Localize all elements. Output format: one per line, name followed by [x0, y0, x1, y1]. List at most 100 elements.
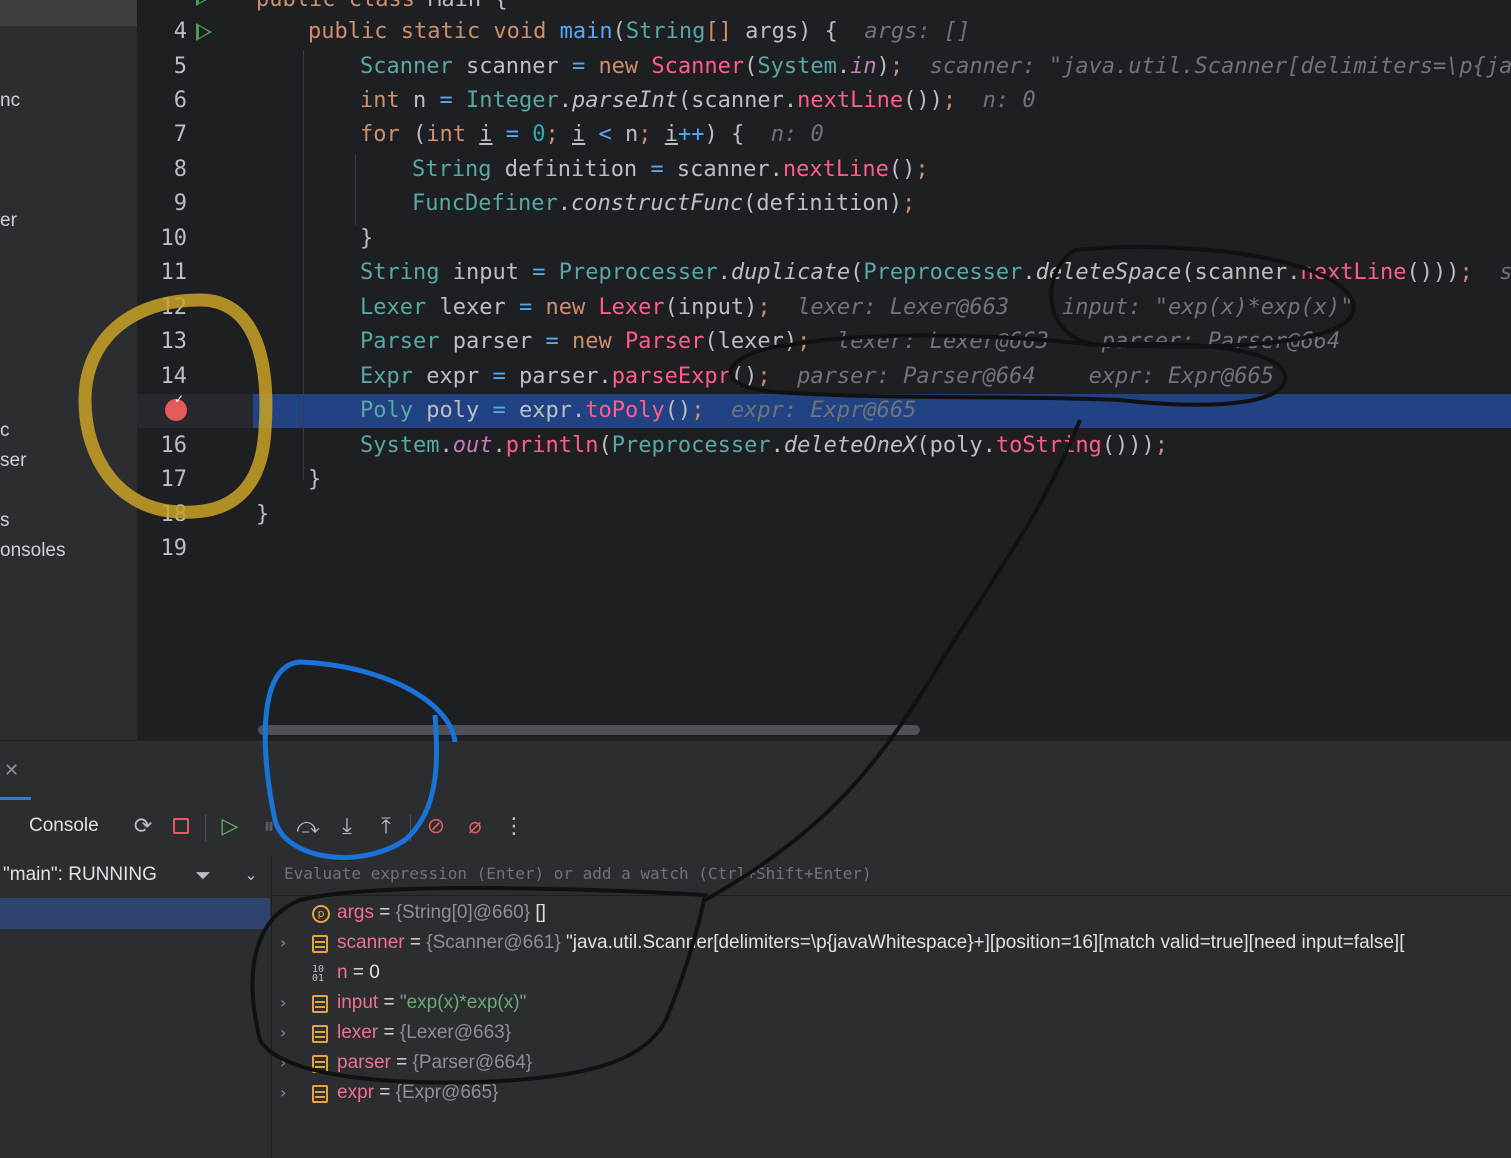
variable-eq: = [390, 1052, 413, 1073]
code-line[interactable]: FuncDefiner.constructFunc(definition); [412, 187, 915, 221]
rerun-icon[interactable]: ⟳ [128, 812, 158, 842]
resume-icon[interactable]: ▷ [215, 812, 245, 842]
line-number: 9 [173, 191, 187, 216]
console-tab[interactable]: Console [29, 815, 99, 837]
pause-icon[interactable]: ⏸ [254, 812, 284, 842]
line-number: 19 [160, 536, 188, 561]
sidebar-item[interactable]: ser [0, 450, 26, 472]
line-number: 12 [160, 295, 188, 320]
primitive-icon: 10 01 [312, 964, 325, 984]
variable-name: input [337, 992, 379, 1013]
code-line[interactable]: } [360, 222, 373, 256]
run-main-icon[interactable] [196, 23, 212, 41]
inline-value-hint: parser: Parser@664 [797, 364, 1036, 389]
code-line[interactable]: Parser parser = new Parser(lexer); lexer… [360, 325, 1340, 359]
mute-breakpoints-icon[interactable]: ⌀ [460, 812, 490, 842]
code-line[interactable]: Expr expr = parser.parseExpr(); parser: … [360, 360, 1274, 394]
variable-eq: = [373, 1082, 396, 1103]
current-line-gutter [137, 394, 253, 428]
object-icon [312, 1085, 328, 1103]
variable-extra: "exp(x)*exp(x)" [399, 992, 527, 1013]
variable-eq: = [347, 962, 370, 983]
inline-value-hint: input: "exp(x)*exp(x)" [1062, 295, 1354, 320]
sidebar-item[interactable]: s [0, 510, 10, 532]
chevron-right-icon[interactable]: › [280, 1023, 300, 1042]
sidebar-item[interactable]: nc [0, 90, 20, 112]
divider [272, 895, 1511, 896]
line-number: 6 [173, 88, 187, 113]
line-number: 11 [160, 260, 188, 285]
variable-value: {Expr@665} [395, 1082, 499, 1103]
inline-value-hint: parser: Parser@664 [1101, 329, 1341, 354]
parameter-icon: p [312, 905, 330, 923]
more-icon[interactable]: ⋮ [499, 812, 529, 842]
line-number: 5 [173, 54, 187, 79]
variable-value: {Scanner@661} [426, 932, 561, 953]
active-tab-indicator [0, 797, 31, 800]
line-number: 7 [173, 122, 187, 147]
inline-value-hint: sc [1499, 260, 1511, 285]
horizontal-scrollbar[interactable] [258, 725, 920, 735]
inline-value-hint: n: 0 [770, 122, 824, 147]
sidebar-item[interactable]: c [0, 420, 10, 442]
project-sidebar: nc er c ser s onsoles [0, 0, 137, 740]
code-line[interactable]: int n = Integer.parseInt(scanner.nextLin… [360, 84, 1036, 118]
object-icon [312, 935, 328, 953]
inline-value-hint: lexer: Lexer@663 [797, 295, 1010, 320]
line-number: 16 [160, 433, 188, 458]
line-number: 10 [160, 226, 188, 251]
variable-name: scanner [337, 932, 405, 953]
variable-name: lexer [337, 1022, 379, 1043]
line-number: 17 [160, 467, 188, 492]
inline-value-hint: lexer: Lexer@663 [836, 329, 1049, 354]
code-line[interactable]: } [308, 463, 321, 497]
run-class-icon[interactable] [196, 0, 212, 6]
variable-value: {String[0]@660} [395, 902, 531, 923]
step-over-icon[interactable]: ⤼ [293, 812, 323, 842]
code-line[interactable]: String definition = scanner.nextLine(); [412, 153, 929, 187]
inline-value-hint: expr: Expr@665 [1088, 364, 1274, 389]
line-number: 13 [160, 329, 188, 354]
variable-eq: = [378, 992, 400, 1013]
chevron-right-icon[interactable]: › [280, 1053, 300, 1072]
chevron-down-icon[interactable]: ⌄ [236, 860, 266, 890]
breakpoint-hit-icon[interactable] [165, 392, 187, 421]
code-line[interactable]: public static void main(String[] args) {… [308, 15, 970, 49]
thread-selector[interactable]: "main": RUNNING [3, 864, 157, 886]
variable-eq: = [404, 932, 427, 953]
code-line-current[interactable]: Poly poly = expr.toPoly(); expr: Expr@66… [360, 394, 916, 428]
close-icon[interactable]: ✕ [4, 760, 19, 781]
chevron-right-icon[interactable]: › [280, 993, 300, 1012]
step-into-icon[interactable]: ⤓ [332, 812, 362, 842]
variable-value: {Parser@664} [412, 1052, 533, 1073]
variable-name: n [337, 962, 348, 983]
code-line[interactable]: String input = Preprocesser.duplicate(Pr… [360, 256, 1511, 290]
inline-value-hint: expr: Expr@665 [730, 398, 917, 423]
sidebar-item[interactable]: er [0, 210, 17, 232]
step-out-icon[interactable]: ⤒ [371, 812, 401, 842]
code-line[interactable]: Lexer lexer = new Lexer(input); lexer: L… [360, 291, 1353, 325]
sidebar-item[interactable]: onsoles [0, 540, 66, 562]
code-line[interactable]: Scanner scanner = new Scanner(System.in)… [360, 50, 1511, 84]
stop-icon[interactable] [166, 812, 196, 842]
evaluate-expression-input[interactable]: Evaluate expression (Enter) or add a wat… [284, 864, 872, 883]
object-icon [312, 995, 328, 1013]
line-number: 8 [173, 157, 187, 182]
view-breakpoints-icon[interactable]: ⊘ [421, 812, 451, 842]
code-line[interactable]: for (int i = 0; i < n; i++) { n: 0 [360, 118, 824, 152]
chevron-right-icon[interactable]: › [280, 1083, 300, 1102]
filter-icon[interactable]: ⏷ [188, 860, 218, 890]
inline-value-hint: args: [] [864, 19, 971, 44]
chevron-right-icon[interactable]: › [280, 933, 300, 952]
object-icon [312, 1025, 328, 1043]
inline-value-hint: scanner: "java.util.Scanner[delimiters=\… [929, 54, 1511, 79]
ide-window: nc er c ser s onsoles 4 5 6 7 8 9 10 11 … [0, 0, 1511, 1158]
variable-value: {Lexer@663} [399, 1022, 512, 1043]
code-line[interactable]: System.out.println(Preprocesser.deleteOn… [360, 429, 1168, 463]
selected-frame[interactable] [0, 898, 270, 929]
line-number: 14 [160, 364, 188, 389]
variable-extra: [] [530, 902, 546, 923]
variable-name: parser [337, 1052, 391, 1073]
code-line[interactable]: } [256, 498, 269, 532]
line-number: 4 [173, 19, 187, 44]
